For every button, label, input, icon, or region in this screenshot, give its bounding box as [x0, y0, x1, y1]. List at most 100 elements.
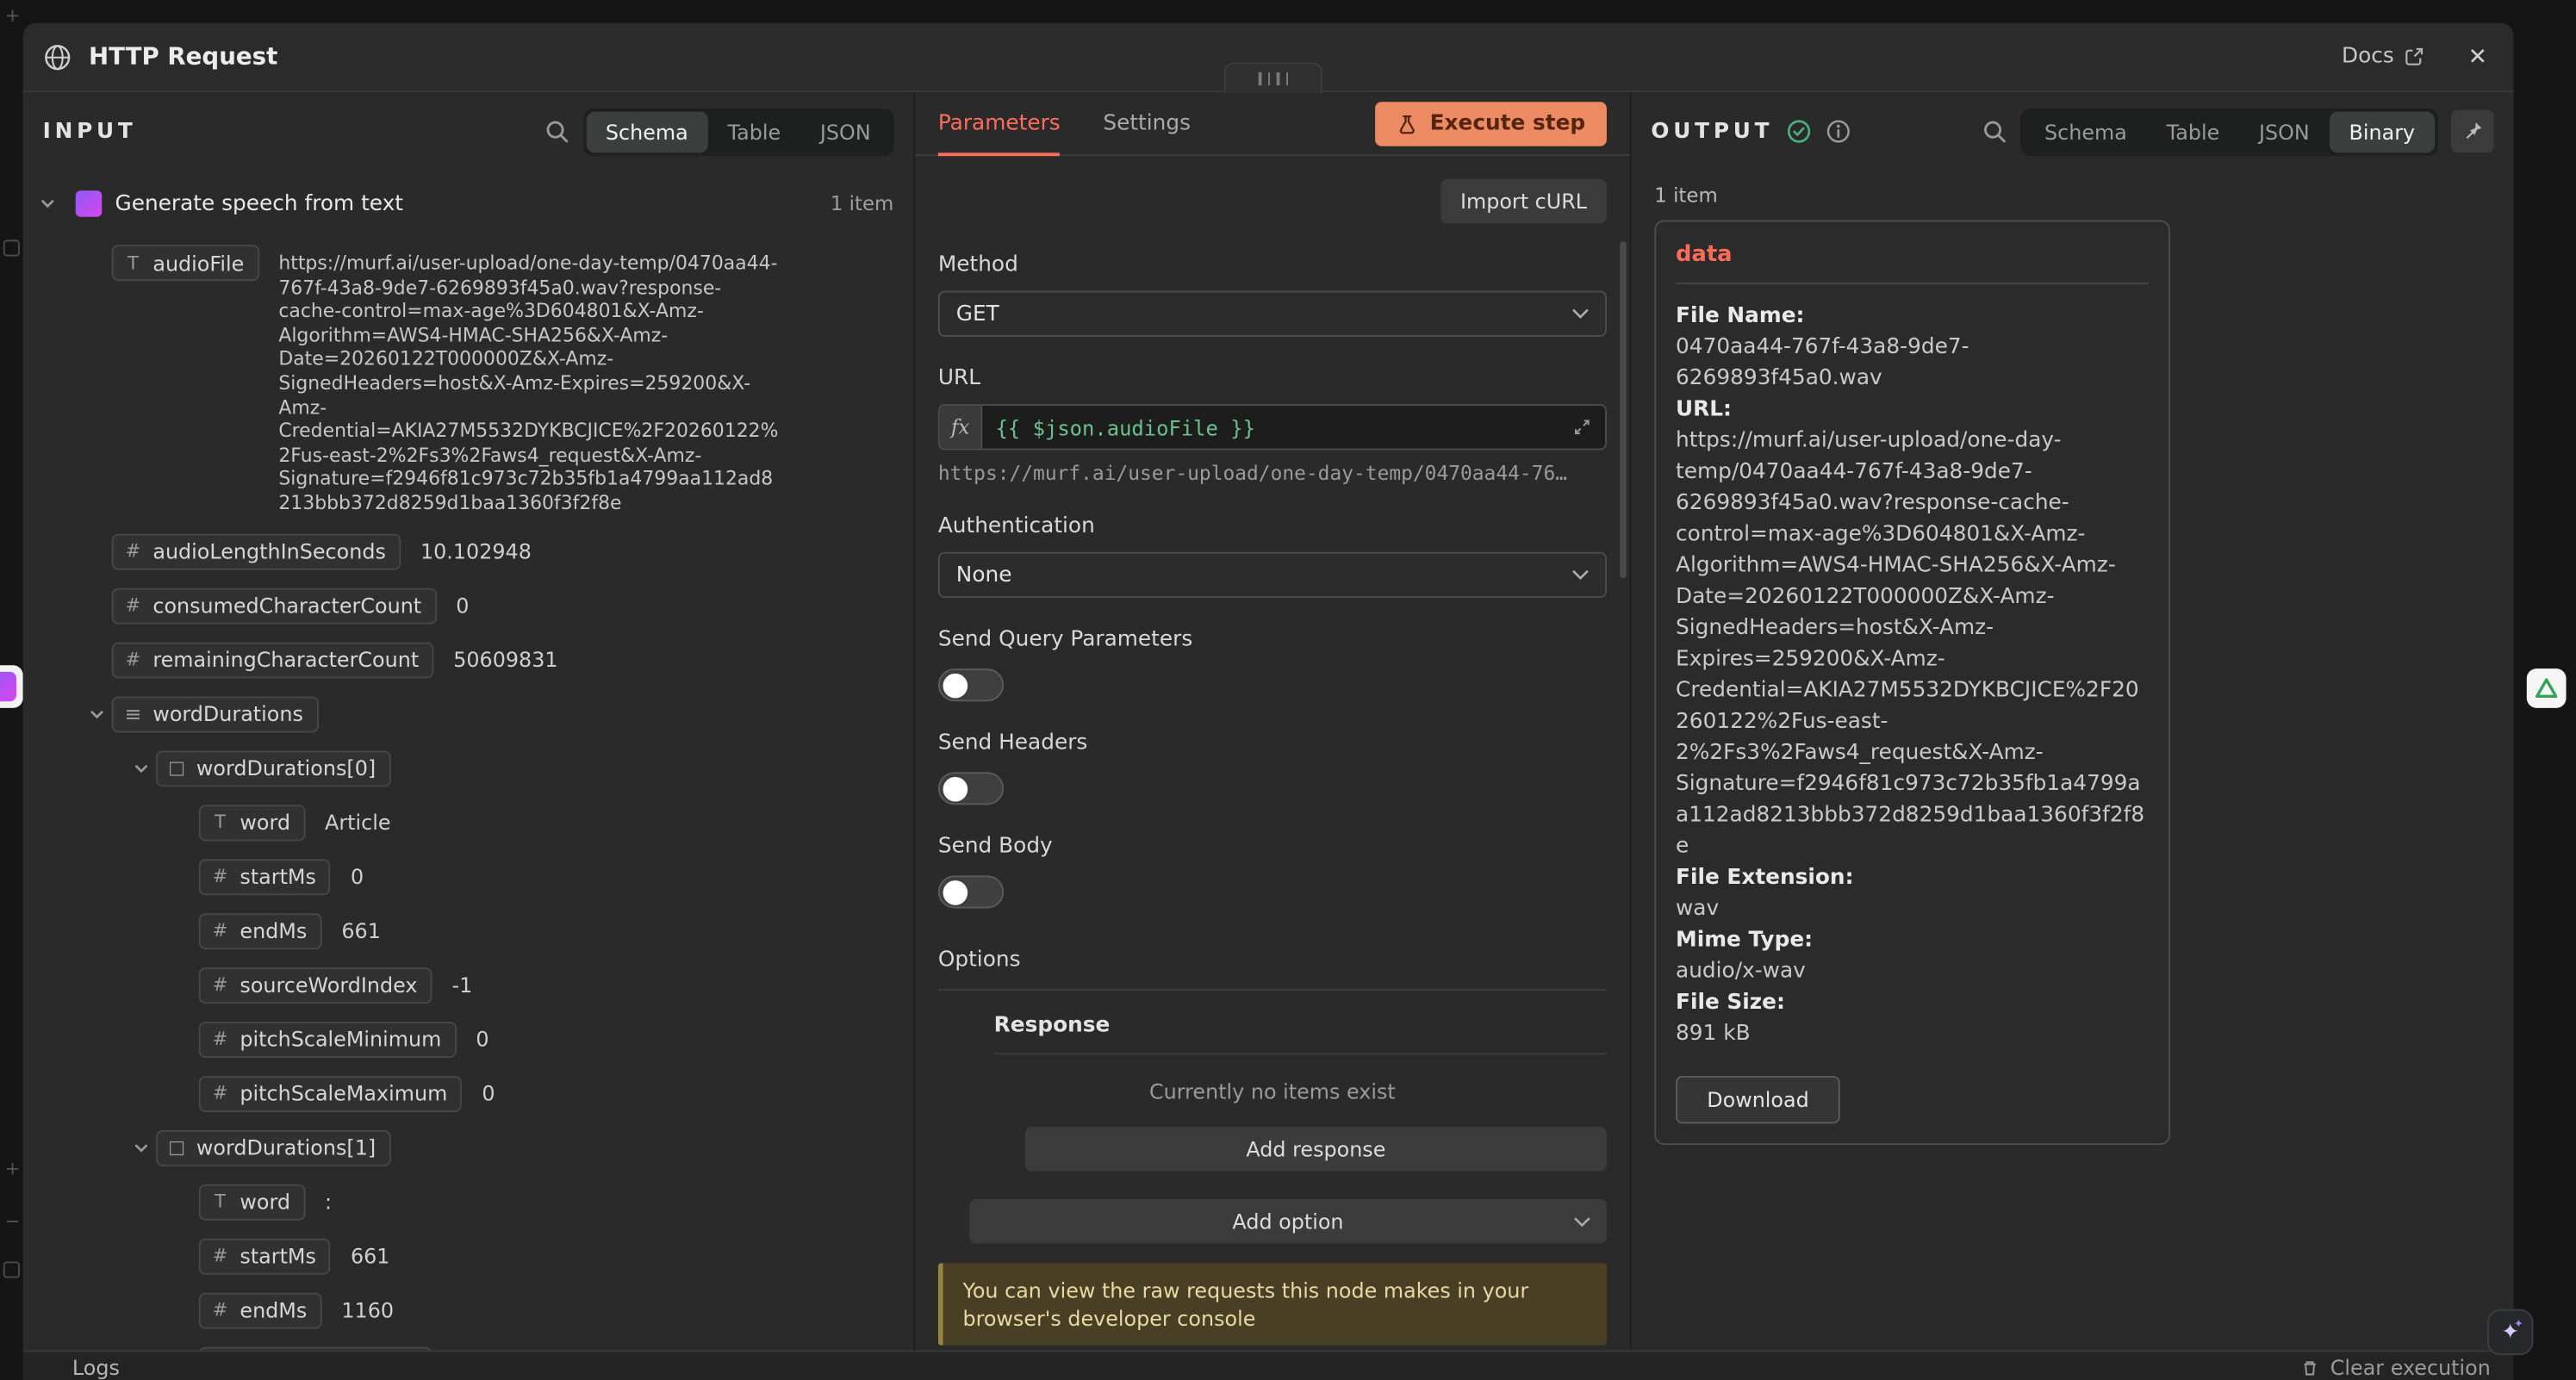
tree-key-pill[interactable]: T word: [199, 804, 305, 840]
tree-key-pill[interactable]: # remainingCharacterCount: [112, 642, 434, 678]
object-type-icon: □: [167, 1137, 187, 1159]
info-icon[interactable]: [1826, 118, 1852, 145]
clear-execution-button[interactable]: Clear execution: [2300, 1355, 2490, 1380]
input-root-node[interactable]: Generate speech from text 1 item: [23, 181, 914, 227]
number-type-icon: #: [210, 1029, 230, 1050]
close-icon[interactable]: ✕: [2468, 44, 2487, 71]
input-view-schema[interactable]: Schema: [586, 111, 708, 152]
output-view-json[interactable]: JSON: [2239, 111, 2330, 152]
tree-key-pill[interactable]: # audioLengthInSeconds: [112, 533, 401, 569]
tree-value: 0: [456, 587, 469, 624]
tree-row: # endMs 661: [23, 912, 914, 948]
canvas-tool-icon[interactable]: [3, 239, 20, 256]
trash-icon: [2300, 1358, 2320, 1377]
output-view-schema[interactable]: Schema: [2025, 111, 2147, 152]
tree-key-pill[interactable]: # startMs: [199, 1238, 331, 1274]
binary-field-label: File Name:: [1676, 301, 2149, 332]
tree-key: endMs: [240, 1298, 307, 1323]
tree-key-pill[interactable]: # endMs: [199, 1292, 322, 1328]
tree-key-pill[interactable]: # consumedCharacterCount: [112, 587, 437, 624]
tree-indent: [23, 1021, 170, 1023]
tree-key-pill[interactable]: # endMs: [199, 912, 322, 948]
output-panel: OUTPUT Schema Table JSON: [1632, 92, 2514, 1351]
send-headers-toggle[interactable]: [938, 772, 1004, 805]
tree-key-pill[interactable]: # startMs: [199, 858, 331, 894]
tree-key: startMs: [240, 1244, 316, 1269]
output-view-table[interactable]: Table: [2147, 111, 2239, 152]
output-view-binary[interactable]: Binary: [2330, 111, 2435, 152]
send-query-parameters-toggle[interactable]: [938, 668, 1004, 701]
tree-key: endMs: [240, 918, 307, 943]
tree-key-pill[interactable]: # pitchScaleMaximum: [199, 1075, 463, 1111]
tree-row: # pitchScaleMinimum 0: [23, 1021, 914, 1057]
chevron-down-icon[interactable]: [33, 185, 62, 221]
url-expression[interactable]: {{ $json.audioFile }}: [996, 414, 1255, 439]
number-type-icon: #: [123, 594, 143, 616]
authentication-value: None: [956, 563, 1012, 587]
node-title: HTTP Request: [89, 44, 277, 71]
method-select[interactable]: GET: [938, 291, 1607, 337]
tree-key: wordDurations[0]: [196, 755, 376, 780]
tree-key: wordDurations[1]: [196, 1135, 376, 1160]
chevron-down-icon[interactable]: [126, 1129, 155, 1166]
tree-key-pill[interactable]: □ wordDurations[1]: [155, 1129, 390, 1166]
execute-step-button[interactable]: Execute step: [1376, 101, 1607, 145]
output-body: 1 item data File Name: 0470aa44-767f-43a…: [1632, 184, 2514, 1146]
tab-parameters[interactable]: Parameters: [938, 92, 1061, 154]
canvas-zoom-in-icon[interactable]: +: [5, 1159, 21, 1178]
tree-key-pill[interactable]: # sourceWordIndex: [199, 967, 432, 1003]
logs-toggle[interactable]: Logs: [72, 1355, 120, 1380]
search-icon[interactable]: [543, 118, 569, 145]
murf-node[interactable]: [0, 665, 23, 708]
authentication-select[interactable]: None: [938, 552, 1607, 598]
docs-link[interactable]: Docs: [2342, 44, 2425, 69]
string-type-icon: T: [210, 1191, 230, 1213]
input-view-json[interactable]: JSON: [800, 111, 891, 152]
scrollbar-thumb[interactable]: [1620, 241, 1627, 578]
canvas-zoom-out-icon[interactable]: −: [5, 1212, 21, 1230]
ai-assistant-button[interactable]: ✦ ✦: [2487, 1309, 2533, 1355]
tree-key-pill[interactable]: T word: [199, 1184, 305, 1220]
response-empty-text: Currently no items exist: [938, 1079, 1607, 1104]
google-drive-node[interactable]: [2527, 668, 2567, 708]
tree-key: word: [240, 1190, 290, 1215]
search-icon[interactable]: [1982, 118, 2009, 145]
chevron-down-icon[interactable]: [82, 696, 111, 732]
url-field[interactable]: fx {{ $json.audioFile }}: [938, 404, 1607, 450]
canvas-add-icon[interactable]: +: [5, 7, 21, 25]
tree-key-pill[interactable]: □ wordDurations[0]: [155, 750, 390, 786]
input-view-switcher: Schema Table JSON: [582, 108, 893, 155]
binary-field-label: URL:: [1676, 395, 2149, 426]
string-type-icon: T: [123, 252, 143, 274]
canvas-fit-view-icon[interactable]: [3, 1261, 20, 1277]
tree-key-pill[interactable]: # pitchScaleMinimum: [199, 1021, 457, 1057]
tree-value: :: [325, 1184, 332, 1220]
send-body-toggle[interactable]: [938, 875, 1004, 908]
pin-data-button[interactable]: [2451, 110, 2494, 153]
number-type-icon: #: [123, 649, 143, 670]
input-schema-tree[interactable]: Generate speech from text 1 item T audio…: [23, 171, 914, 1350]
tree-key-pill[interactable]: ≡ wordDurations: [112, 696, 318, 732]
tree-value: Article: [325, 804, 390, 840]
tree-value: 0: [351, 858, 364, 894]
add-response-button[interactable]: Add response: [1025, 1127, 1607, 1171]
tree-value: 0: [482, 1075, 495, 1111]
binary-key: data: [1676, 241, 2149, 284]
tree-key: consumedCharacterCount: [152, 593, 421, 618]
number-type-icon: #: [210, 920, 230, 942]
tree-row: □ wordDurations[0]: [23, 750, 914, 786]
toggle-knob: [943, 673, 968, 698]
tree-key-pill[interactable]: T audioFile: [112, 245, 259, 281]
tree-value: 661: [351, 1238, 389, 1274]
chevron-down-icon[interactable]: [126, 750, 155, 786]
tab-settings[interactable]: Settings: [1103, 92, 1191, 154]
import-curl-button[interactable]: Import cURL: [1440, 179, 1607, 223]
panel-drag-handle[interactable]: [1224, 62, 1322, 93]
add-option-button[interactable]: Add option: [969, 1199, 1607, 1243]
download-button[interactable]: Download: [1676, 1076, 1840, 1123]
input-view-table[interactable]: Table: [708, 111, 800, 152]
expand-expression-icon[interactable]: [1572, 417, 1592, 437]
tree-value: 10.102948: [420, 533, 532, 569]
developer-console-note: You can view the raw requests this node …: [938, 1263, 1607, 1345]
tree-key: remainingCharacterCount: [152, 647, 419, 672]
